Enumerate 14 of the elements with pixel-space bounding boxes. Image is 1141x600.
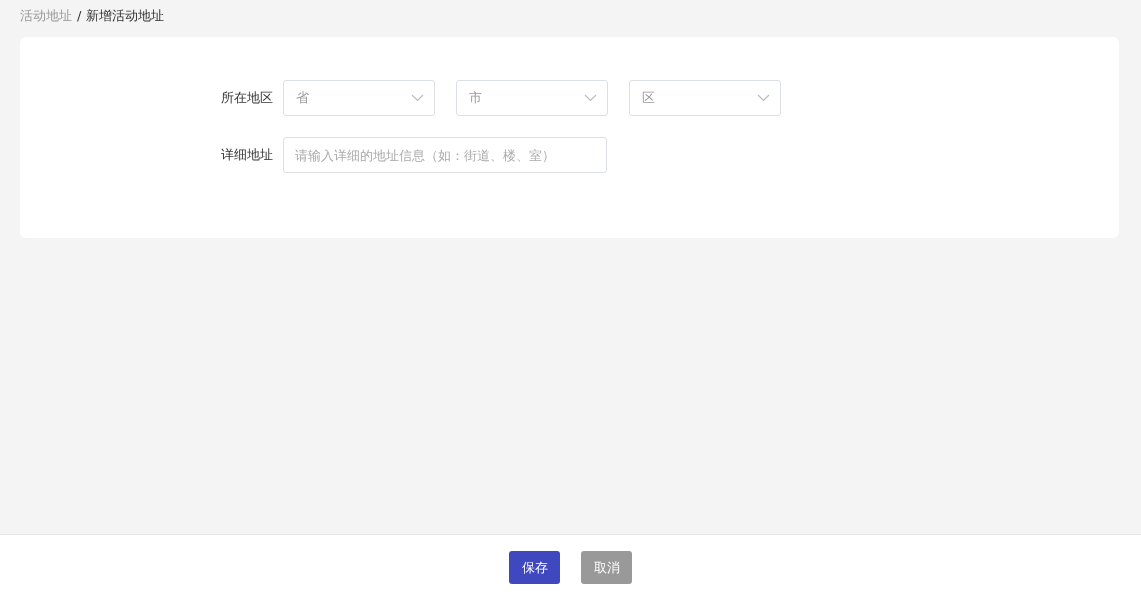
breadcrumb-link[interactable]: 活动地址 bbox=[20, 6, 72, 26]
district-select[interactable]: 区 bbox=[629, 80, 781, 116]
province-select[interactable]: 省 bbox=[283, 80, 435, 116]
field-label: 详细地址 bbox=[220, 146, 274, 165]
address-input[interactable]: 请输入详细的地址信息（如：街道、楼、室） bbox=[283, 137, 607, 173]
city-select[interactable]: 市 bbox=[456, 80, 608, 116]
save-button[interactable]: 保存 bbox=[509, 551, 560, 584]
chevron-down-icon bbox=[584, 94, 597, 102]
cancel-button[interactable]: 取消 bbox=[581, 551, 632, 584]
breadcrumb-current: 新增活动地址 bbox=[86, 7, 165, 26]
chevron-down-icon bbox=[411, 94, 424, 102]
chevron-down-icon bbox=[757, 94, 770, 102]
breadcrumb-separator: / bbox=[77, 7, 82, 26]
field-label: 所在地区 bbox=[220, 89, 274, 108]
